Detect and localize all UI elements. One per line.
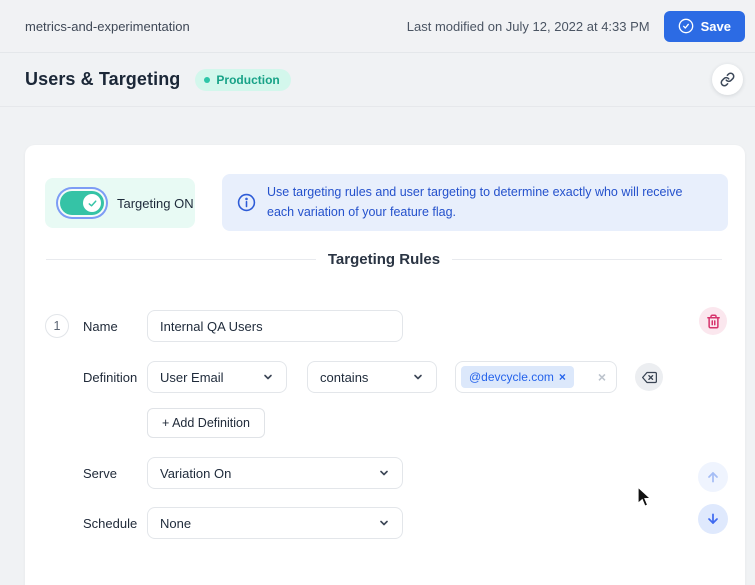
schedule-label: Schedule [83, 516, 138, 531]
copy-link-button[interactable] [712, 64, 743, 95]
serve-select[interactable]: Variation On [147, 457, 403, 489]
definition-values-field[interactable]: @devcycle.com × × [455, 361, 617, 393]
serve-label: Serve [83, 466, 117, 481]
arrow-down-icon [705, 511, 721, 527]
info-banner-text: Use targeting rules and user targeting t… [267, 185, 683, 219]
comparator-select-value: contains [320, 369, 369, 385]
info-banner: Use targeting rules and user targeting t… [222, 174, 728, 231]
info-icon [237, 193, 256, 212]
chevron-down-icon [378, 467, 390, 479]
property-select-value: User Email [160, 369, 224, 385]
value-chip-label: @devcycle.com [469, 370, 554, 384]
top-bar: metrics-and-experimentation Last modifie… [0, 0, 755, 53]
targeting-toggle-label: Targeting ON [117, 195, 194, 211]
save-button[interactable]: Save [663, 10, 745, 42]
schedule-select-value: None [160, 515, 192, 531]
rule-number-badge: 1 [45, 314, 69, 338]
rule-number-text: 1 [53, 319, 61, 333]
last-modified-text: Last modified on July 12, 2022 at 4:33 P… [406, 18, 650, 34]
clear-values-icon[interactable]: × [598, 369, 606, 385]
comparator-select[interactable]: contains [307, 361, 437, 393]
environment-badge[interactable]: Production [195, 68, 291, 91]
chip-remove-icon[interactable]: × [559, 370, 566, 384]
move-rule-down-button[interactable] [698, 504, 728, 534]
delete-rule-button[interactable] [699, 307, 727, 335]
chevron-down-icon [262, 371, 274, 383]
targeting-toggle[interactable] [60, 191, 104, 215]
environment-dot-icon [204, 76, 211, 83]
schedule-select[interactable]: None [147, 507, 403, 539]
add-definition-button[interactable]: + Add Definition [147, 408, 265, 438]
chevron-down-icon [378, 517, 390, 529]
definition-label: Definition [83, 370, 138, 385]
environment-badge-label: Production [216, 72, 280, 87]
page-title: Users & Targeting [25, 69, 181, 89]
targeting-rules-title: Targeting Rules [327, 251, 441, 268]
rule-name-input[interactable] [147, 310, 403, 342]
remove-definition-button[interactable] [635, 363, 663, 391]
property-select[interactable]: User Email [147, 361, 287, 393]
check-circle-icon [678, 18, 694, 34]
targeting-card: Targeting ON Use targeting rules and use… [25, 145, 745, 585]
toggle-check-icon [83, 194, 101, 212]
serve-select-value: Variation On [160, 465, 232, 481]
arrow-up-icon [705, 469, 721, 485]
move-rule-up-button[interactable] [698, 462, 728, 492]
targeting-rules-divider: Targeting Rules [46, 251, 722, 268]
trash-icon [706, 314, 721, 329]
name-label: Name [83, 319, 118, 334]
value-chip[interactable]: @devcycle.com × [461, 366, 574, 388]
targeting-toggle-box: Targeting ON [45, 178, 195, 228]
top-bar-right: Last modified on July 12, 2022 at 4:33 P… [406, 10, 745, 42]
save-button-label: Save [700, 18, 731, 34]
chevron-down-icon [412, 371, 424, 383]
link-icon [720, 72, 735, 87]
breadcrumb[interactable]: metrics-and-experimentation [25, 19, 190, 34]
page-header: Users & Targeting Production [0, 53, 755, 107]
backspace-icon [641, 370, 657, 385]
